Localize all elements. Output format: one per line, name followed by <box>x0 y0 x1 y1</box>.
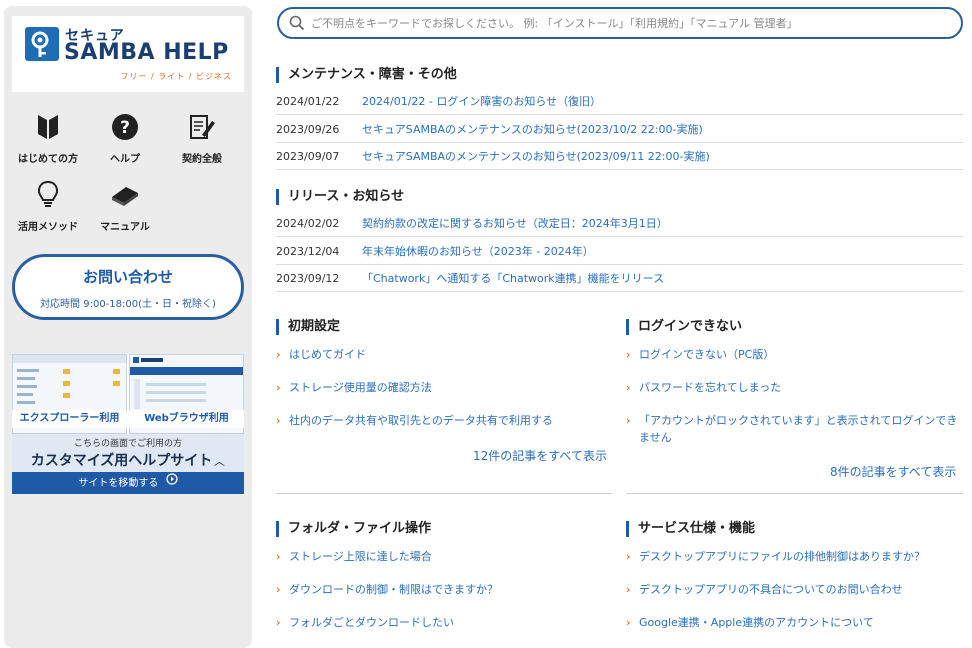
search-input[interactable] <box>311 13 951 33</box>
contact-hours: 対応時間 9:00-18:00(土・日・祝除く) <box>40 299 216 310</box>
view-all-initial-link[interactable]: 12件の記事をすべて表示 <box>473 447 607 464</box>
divider <box>276 493 612 494</box>
book-icon <box>87 178 163 212</box>
article-link[interactable]: フォルダごとダウンロードしたい <box>276 614 606 631</box>
view-all-login-link[interactable]: 8件の記事をすべて表示 <box>830 463 956 480</box>
list-item[interactable]: 2023/09/12 「Chatwork」へ通知する「Chatwork連携」機能… <box>276 265 963 292</box>
lightbulb-icon <box>10 178 86 212</box>
article-link[interactable]: ストレージ使用量の確認方法 <box>276 379 606 396</box>
site-logo[interactable]: セキュア SAMBA HELP フリー / ライト / ビジネス <box>12 16 244 92</box>
svg-text:?: ? <box>120 118 130 138</box>
article-link[interactable]: デスクトップアプリにファイルの排他制御はありますか？ <box>626 548 962 565</box>
article-link[interactable]: 「アカウントがロックされています」と表示されてログインできません <box>626 412 962 446</box>
service-spec-heading: サービス仕様・機能 <box>626 521 755 537</box>
list-item[interactable]: 2024/01/22 2024/01/22 - ログイン障害のお知らせ（復旧） <box>276 88 963 115</box>
article-link[interactable]: ログインできない（PC版） <box>626 346 962 363</box>
contact-title: お問い合わせ <box>82 268 173 286</box>
nav-tips[interactable]: 活用メソッド <box>10 178 86 233</box>
nav-contract[interactable]: 契約全般 <box>164 110 240 165</box>
play-circle-icon <box>165 472 178 494</box>
article-link[interactable]: ダウンロードの制御・制限はできますか？ <box>276 581 606 598</box>
chevron-icon: 〈 <box>212 455 226 467</box>
browser-caption: Webブラウザ利用 <box>129 410 244 428</box>
question-icon: ? <box>87 110 163 144</box>
list-item[interactable]: 2023/12/04 年末年始休暇のお知らせ（2023年 - 2024年） <box>276 238 963 265</box>
nav-help[interactable]: ? ヘルプ <box>87 110 163 165</box>
article-link[interactable]: はじめてガイド <box>276 346 606 363</box>
maintenance-heading: メンテナンス・障害・その他 <box>276 67 457 83</box>
nav-beginner[interactable]: はじめての方 <box>10 110 86 165</box>
sidebar: セキュア SAMBA HELP フリー / ライト / ビジネス はじめての方 … <box>4 6 252 648</box>
divider <box>626 493 963 494</box>
search-icon <box>289 15 305 35</box>
banner-title: カスタマイズ用ヘルプサイト〈 <box>30 453 226 469</box>
search-bar[interactable] <box>277 7 963 39</box>
document-pen-icon <box>164 110 240 144</box>
list-item[interactable]: 2024/02/02 契約約款の改定に関するお知らせ（改定日：2024年3月1日… <box>276 210 963 237</box>
article-link[interactable]: Google連携・Apple連携のアカウントについて <box>626 614 962 631</box>
release-heading: リリース・お知らせ <box>276 189 404 205</box>
login-heading: ログインできない <box>626 319 742 335</box>
go-to-site-button[interactable]: サイトを移動する <box>12 472 244 494</box>
beginner-mark-icon <box>10 110 86 144</box>
initial-settings-heading: 初期設定 <box>276 319 340 335</box>
contact-button[interactable]: お問い合わせ 対応時間 9:00-18:00(土・日・祝除く) <box>12 254 244 320</box>
logo-plans: フリー / ライト / ビジネス <box>120 72 232 81</box>
article-link[interactable]: デスクトップアプリの不具合についてのお問い合わせ <box>626 581 962 598</box>
banner-lead: こちらの画面でご利用の方 <box>73 439 182 449</box>
logo-title: SAMBA HELP <box>64 40 229 65</box>
article-link[interactable]: パスワードを忘れてしまった <box>626 379 962 396</box>
article-link[interactable]: 社内のデータ共有や取引先とのデータ共有で利用する <box>276 412 606 429</box>
list-item[interactable]: 2023/09/07 セキュアSAMBAのメンテナンスのお知らせ(2023/09… <box>276 143 963 170</box>
list-item[interactable]: 2023/09/26 セキュアSAMBAのメンテナンスのお知らせ(2023/10… <box>276 116 963 143</box>
key-icon <box>25 27 59 61</box>
custom-help-banner[interactable]: エクスプローラー利用 Webブラウザ利用 こちらの画面でご利用の方 カスタマイズ… <box>12 354 244 494</box>
article-link[interactable]: ストレージ上限に達した場合 <box>276 548 606 565</box>
folder-file-heading: フォルダ・ファイル操作 <box>276 521 431 537</box>
nav-manual[interactable]: マニュアル <box>87 178 163 233</box>
explorer-caption: エクスプローラー利用 <box>12 410 127 428</box>
